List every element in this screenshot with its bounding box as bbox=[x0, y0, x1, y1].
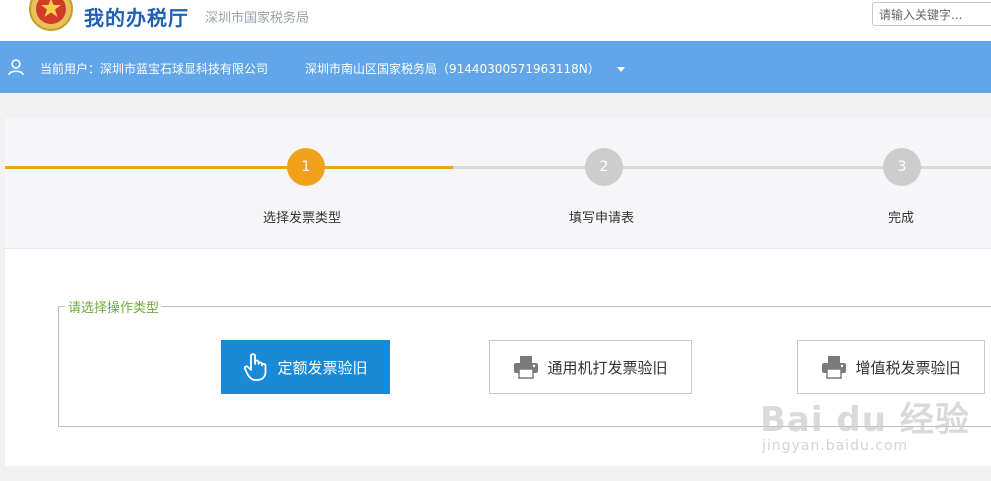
step-3-label: 完成 bbox=[888, 211, 915, 226]
step-2-circle: 2 bbox=[585, 148, 623, 186]
top-header: 我的办税厅 深圳市国家税务局 bbox=[0, 0, 991, 41]
progress-steps: 1 选择发票类型 2 填写申请表 3 完成 bbox=[5, 118, 991, 249]
printer-icon bbox=[822, 356, 847, 379]
vat-invoice-verify-button[interactable]: 增值税发票验旧 bbox=[797, 340, 985, 394]
hand-pointer-icon bbox=[244, 353, 267, 381]
button-label: 增值税发票验旧 bbox=[855, 358, 961, 377]
step-1-label: 选择发票类型 bbox=[263, 211, 342, 226]
current-user-label: 当前用户：深圳市蓝宝石球显科技有限公司 bbox=[40, 62, 269, 76]
site-title: 我的办税厅 bbox=[84, 6, 189, 30]
step-3-circle: 3 bbox=[883, 148, 921, 186]
step-2-label: 填写申请表 bbox=[569, 211, 635, 226]
baidu-watermark: Bai du 经验 bbox=[760, 400, 970, 440]
chevron-down-icon[interactable] bbox=[617, 67, 625, 72]
search-input[interactable] bbox=[877, 4, 991, 26]
user-icon bbox=[8, 59, 24, 76]
baidu-watermark-url: jingyan.baidu.com bbox=[762, 438, 909, 454]
button-label: 通用机打发票验旧 bbox=[547, 358, 668, 377]
search-box[interactable] bbox=[872, 2, 991, 26]
general-machine-invoice-verify-button[interactable]: 通用机打发票验旧 bbox=[489, 340, 692, 394]
step-1-circle: 1 bbox=[287, 148, 325, 186]
user-bar: 当前用户：深圳市蓝宝石球显科技有限公司 深圳市南山区国家税务局（91440300… bbox=[0, 41, 991, 93]
button-label: 定额发票验旧 bbox=[277, 358, 368, 377]
operation-type-legend: 请选择操作类型 bbox=[65, 297, 163, 316]
site-subtitle: 深圳市国家税务局 bbox=[205, 11, 310, 26]
tax-emblem-icon bbox=[29, 0, 73, 31]
printer-icon bbox=[514, 356, 539, 379]
quota-invoice-verify-button[interactable]: 定额发票验旧 bbox=[221, 340, 390, 394]
tax-office-selector[interactable]: 深圳市南山区国家税务局（91440300571963118N） bbox=[305, 60, 600, 77]
progress-line-done bbox=[5, 166, 453, 169]
